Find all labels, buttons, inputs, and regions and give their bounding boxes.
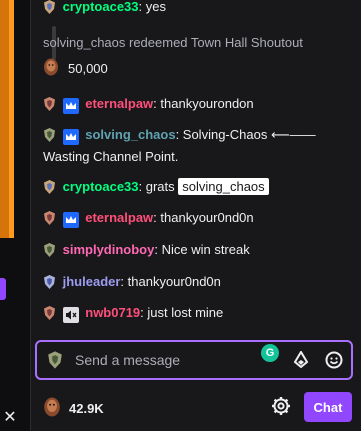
collapsed-panel-tab[interactable] — [0, 278, 6, 300]
chat-input-placeholder: Send a message — [75, 352, 181, 368]
close-icon[interactable]: ✕ — [0, 403, 20, 431]
grammarly-icon[interactable]: G — [261, 344, 279, 362]
muted-speaker-icon — [62, 307, 79, 323]
chat-input[interactable]: Send a message G — [35, 340, 353, 380]
stream-area-edge: ✕ — [0, 0, 30, 431]
redemption-notice: solving_chaos redeemed Town Hall Shoutou… — [43, 35, 348, 79]
crown-badge-icon — [62, 98, 79, 114]
chat-username[interactable]: jhuleader — [63, 274, 121, 289]
chat-message: jhuleader: thankyour0nd0n — [43, 272, 348, 294]
gear-icon[interactable] — [271, 396, 291, 421]
points-count: 42.9K — [69, 401, 104, 416]
crown-badge-icon — [62, 129, 79, 145]
chat-text: : thankyourondon — [153, 96, 254, 111]
channel-points-avatar-icon — [43, 58, 59, 79]
chat-message: solving_chaos: Solving-Chaos ⟵—— Wasting… — [43, 125, 348, 166]
crown-badge-icon — [62, 212, 79, 228]
chat-username[interactable]: nwb0719 — [85, 305, 140, 320]
twitch-chat-screenshot: ✕ cryptoace33: yes solving_chaos redeeme… — [0, 0, 361, 431]
chat-username[interactable]: cryptoace33 — [63, 0, 139, 14]
emoji-icon[interactable] — [325, 351, 343, 374]
chat-username[interactable]: solving_chaos — [85, 127, 175, 142]
shield-badge-icon — [43, 243, 56, 262]
chat-text: : grats — [138, 179, 179, 194]
bits-icon[interactable] — [293, 350, 309, 374]
channel-points-balance[interactable]: 42.9K — [43, 397, 104, 420]
shield-badge-icon — [43, 0, 56, 19]
badge-picker-icon[interactable] — [47, 351, 63, 374]
chat-message: cryptoace33: grats solving_chaos — [43, 177, 348, 199]
shield-badge-icon — [43, 275, 56, 294]
chat-text: : just lost mine — [140, 305, 224, 320]
send-chat-button[interactable]: Chat — [304, 392, 352, 422]
chat-panel: cryptoace33: yes solving_chaos redeemed … — [30, 0, 361, 431]
shield-badge-icon — [43, 97, 56, 116]
redemption-cost: 50,000 — [68, 61, 108, 76]
shield-badge-icon — [43, 180, 56, 199]
chat-message: eternalpaw: thankyourondon — [43, 94, 348, 116]
chat-message: simplydinoboy: Nice win streak — [43, 240, 348, 262]
chat-text: : Nice win streak — [154, 242, 250, 257]
shield-badge-icon — [43, 306, 56, 325]
chat-message: cryptoace33: yes — [43, 0, 348, 19]
mention-chip[interactable]: solving_chaos — [178, 178, 269, 195]
redemption-text: solving_chaos redeemed Town Hall Shoutou… — [43, 35, 303, 50]
chat-text: : yes — [138, 0, 166, 14]
chat-footer: 42.9K Chat — [31, 390, 361, 424]
chat-text: : thankyour0nd0n — [153, 210, 254, 225]
chat-username[interactable]: eternalpaw — [85, 96, 153, 111]
shield-badge-icon — [43, 128, 56, 147]
chat-username[interactable]: eternalpaw — [85, 210, 153, 225]
chat-message: eternalpaw: thankyour0nd0n — [43, 208, 348, 230]
chat-username[interactable]: cryptoace33 — [63, 179, 139, 194]
chat-text: : Solving-Chaos ⟵—— Wasting Channel Poin… — [43, 127, 316, 164]
video-thumbnail-edge — [0, 0, 14, 238]
shield-badge-icon — [43, 211, 56, 230]
chat-username[interactable]: simplydinoboy — [63, 242, 155, 257]
video-thumbnail-shadow — [0, 0, 9, 238]
chat-message: nwb0719: just lost mine — [43, 303, 348, 325]
channel-points-avatar-icon — [43, 397, 61, 420]
chat-text: : thankyour0nd0n — [120, 274, 221, 289]
